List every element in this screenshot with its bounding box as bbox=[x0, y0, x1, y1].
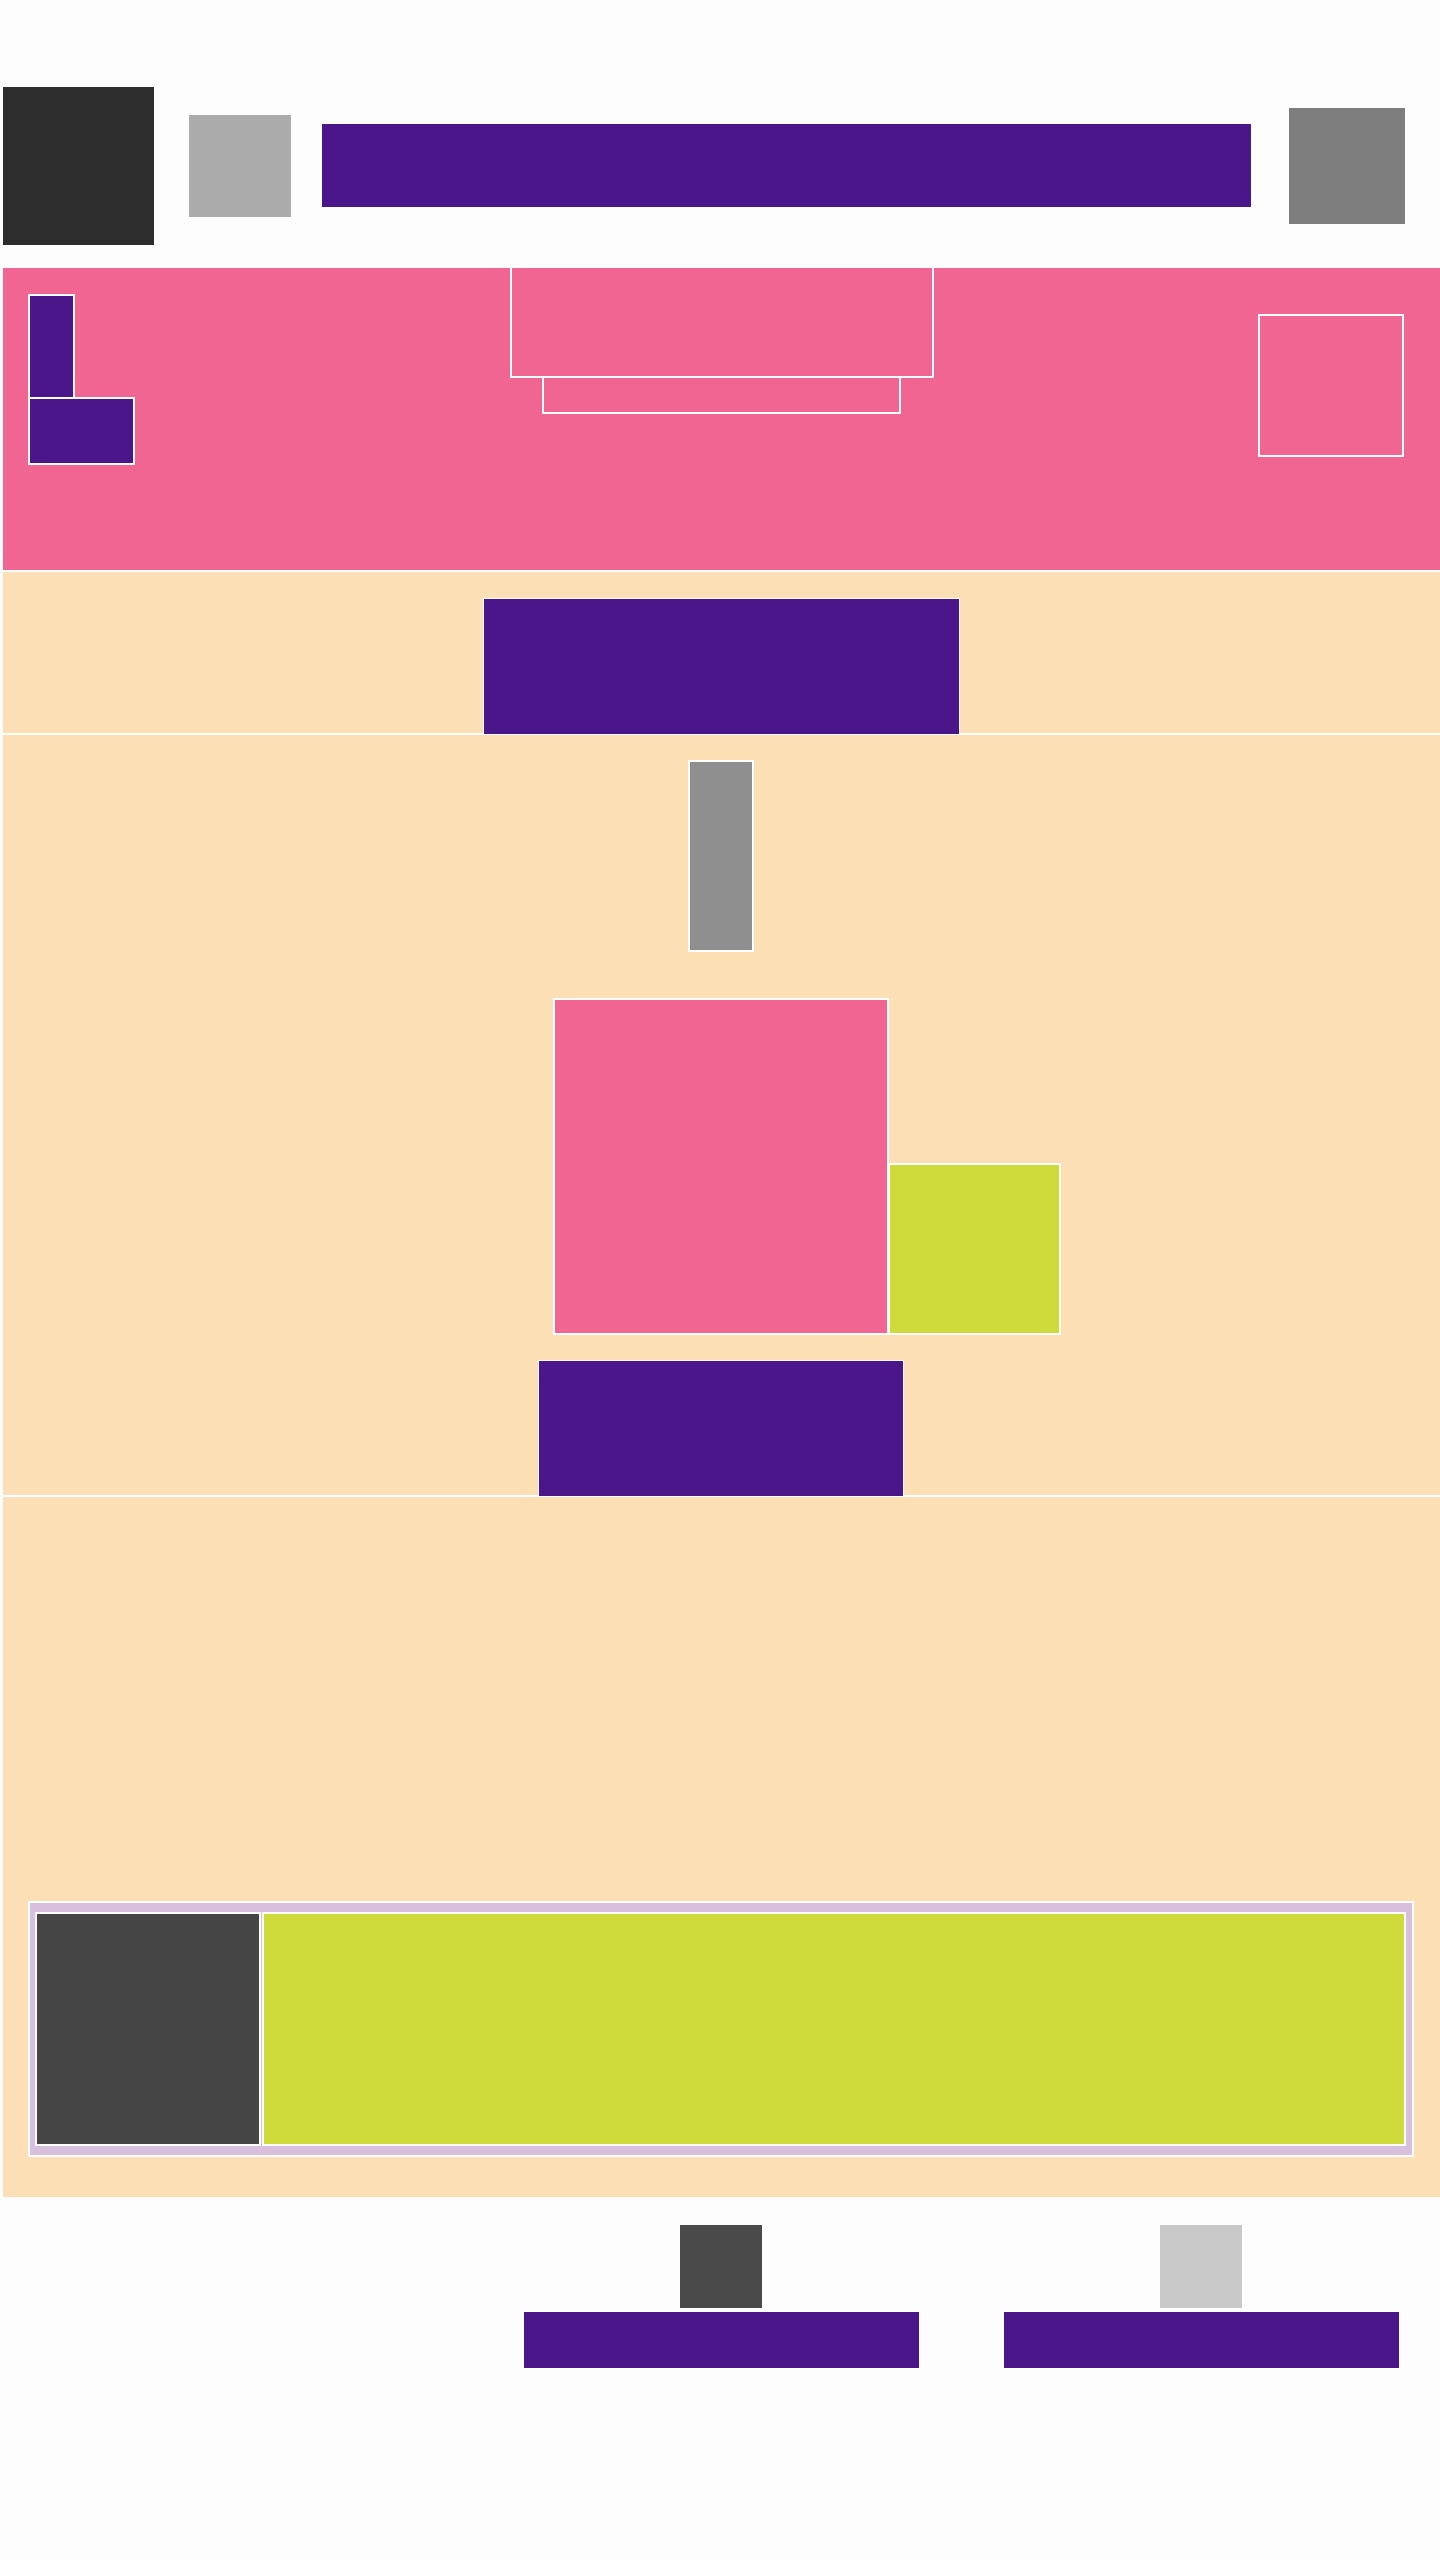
app-logo[interactable] bbox=[3, 87, 154, 245]
banner-subtitle bbox=[542, 376, 901, 414]
search-input[interactable] bbox=[322, 124, 1251, 207]
intro-cta-button[interactable] bbox=[483, 598, 960, 735]
menu-icon[interactable] bbox=[189, 115, 291, 217]
bookmark-icon-base bbox=[28, 397, 135, 465]
feature-cta-button[interactable] bbox=[538, 1360, 904, 1497]
search-bar[interactable] bbox=[322, 124, 1251, 207]
banner-image bbox=[1258, 314, 1404, 457]
bookmark-icon bbox=[28, 294, 75, 399]
promo-card-body bbox=[262, 1912, 1406, 2146]
bottom-nav-item-1[interactable] bbox=[524, 2312, 919, 2368]
hero-banner bbox=[3, 266, 1440, 570]
bottom-nav-icon-2[interactable] bbox=[1160, 2225, 1242, 2308]
feature-image bbox=[553, 998, 889, 1335]
account-icon[interactable] bbox=[1289, 108, 1405, 224]
feature-indicator bbox=[688, 760, 754, 952]
promo-card-image bbox=[35, 1912, 261, 2146]
banner-title bbox=[510, 266, 934, 378]
feature-thumbnail[interactable] bbox=[888, 1163, 1061, 1335]
bottom-nav-item-2[interactable] bbox=[1004, 2312, 1399, 2368]
promo-card[interactable] bbox=[28, 1901, 1414, 2157]
bottom-nav-icon-1[interactable] bbox=[680, 2225, 762, 2308]
